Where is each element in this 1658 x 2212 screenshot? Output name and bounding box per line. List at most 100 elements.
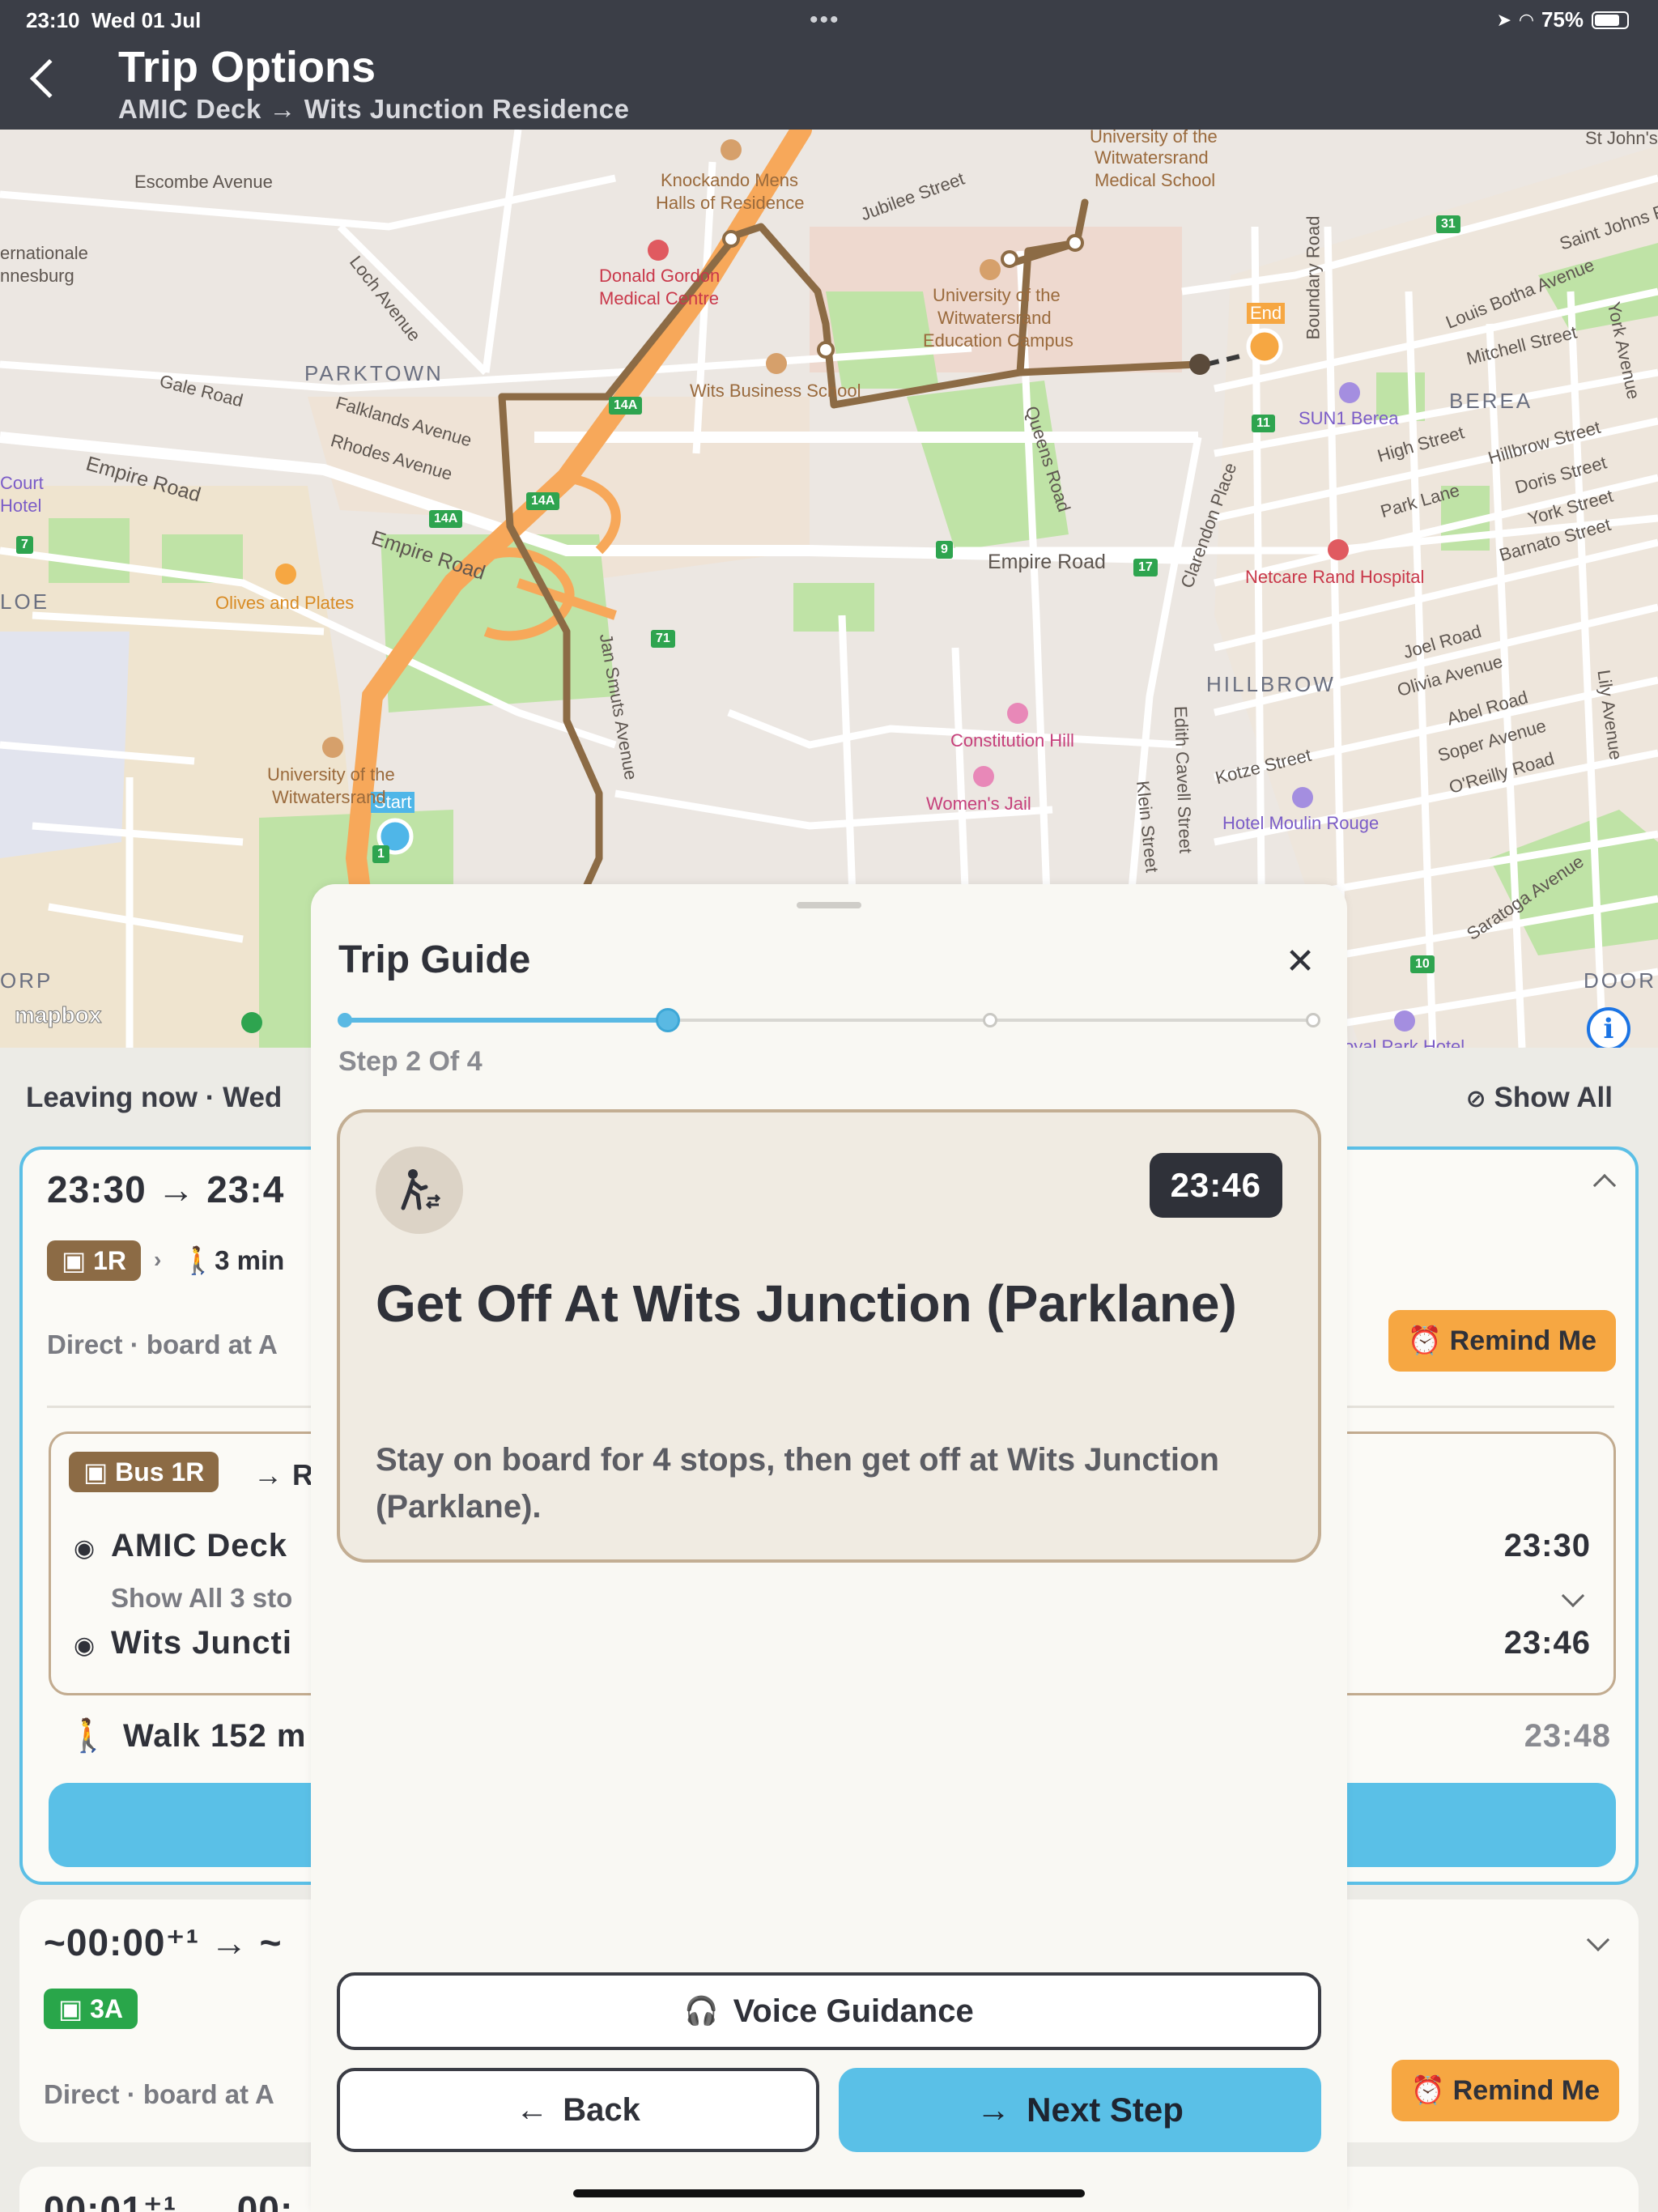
map-label: Netcare Rand Hospital xyxy=(1245,567,1425,587)
map-label: oyal Park Hotel xyxy=(1344,1036,1465,1048)
walk-time: 23:48 xyxy=(1524,1718,1611,1754)
map-label: University of the xyxy=(933,285,1061,305)
close-icon[interactable]: ✕ xyxy=(1279,941,1321,983)
remind-me-button[interactable]: ⏰ Remind Me xyxy=(1391,2060,1619,2121)
map-label: Knockando Mens xyxy=(661,170,798,190)
map-label: Women's Jail xyxy=(926,793,1031,814)
bus-icon: ▣ xyxy=(83,1457,108,1487)
road-shield: 17 xyxy=(1133,559,1158,576)
app-header: 23:10 Wed 01 Jul ••• ➤ ◠ 75% Trip Option… xyxy=(0,0,1658,130)
route-badge: ▣ 3A xyxy=(44,1989,138,2029)
road-shield: 7 xyxy=(16,536,33,554)
walk-icon: 🚶 xyxy=(68,1718,108,1754)
map-info-button[interactable]: i xyxy=(1587,1007,1630,1048)
back-step-button[interactable]: ← Back xyxy=(337,2068,819,2152)
walk-duration: 🚶3 min xyxy=(181,1245,285,1275)
stop-time: 23:46 xyxy=(1503,1625,1591,1661)
museum-icon[interactable] xyxy=(973,766,994,787)
trip-times: ~00:00⁺¹ → ~ xyxy=(44,1921,283,1963)
bus-direction: → R xyxy=(253,1458,314,1491)
stop-name: Wits Juncti xyxy=(111,1625,292,1661)
back-button[interactable] xyxy=(16,49,81,113)
get-off-icon xyxy=(376,1146,463,1234)
stop-dot-icon: ◉ xyxy=(74,1632,96,1659)
school-icon[interactable] xyxy=(766,353,787,374)
alarm-icon: ⏰ xyxy=(1407,1325,1443,1356)
map-label: Medical School xyxy=(1095,170,1216,190)
end-marker-label: End xyxy=(1247,303,1286,324)
road-shield: 14A xyxy=(526,492,560,510)
hotel-icon[interactable] xyxy=(1339,382,1360,403)
stop-time: 23:30 xyxy=(1503,1528,1591,1563)
sheet-grabber[interactable] xyxy=(797,902,861,908)
map-label: Wits Business School xyxy=(690,381,861,401)
arrow-left-icon: ← xyxy=(516,2091,549,2128)
map-district: HILLBROW xyxy=(1206,672,1336,696)
chevron-up-icon[interactable] xyxy=(1592,1173,1617,1197)
multitasking-dots-icon[interactable]: ••• xyxy=(810,6,840,34)
bus-badge: ▣ Bus 1R xyxy=(69,1452,219,1492)
chevron-down-icon[interactable] xyxy=(1561,1584,1585,1608)
step-description: Stay on board for 4 stops, then get off … xyxy=(376,1442,1219,1525)
restaurant-icon[interactable] xyxy=(275,564,296,585)
trip-times: 23:30 → 23:4 xyxy=(47,1168,285,1210)
map-district: DOORI xyxy=(1584,968,1658,993)
school-icon[interactable] xyxy=(980,259,1001,280)
trip-times: 00:01⁺¹ → 00: xyxy=(44,2189,294,2212)
map-label: Boundary Road xyxy=(1303,215,1324,340)
map-label: St John's xyxy=(1585,130,1658,148)
attraction-icon[interactable] xyxy=(1007,703,1028,724)
map-label: Education Campus xyxy=(923,330,1073,351)
road-shield: 9 xyxy=(936,541,953,559)
stop-dot-icon: ◉ xyxy=(74,1535,96,1562)
next-step-button[interactable]: → Next Step xyxy=(839,2068,1321,2152)
remind-me-button[interactable]: ⏰ Remind Me xyxy=(1388,1310,1616,1372)
wifi-icon: ◠ xyxy=(1520,9,1533,30)
map-label: University of the xyxy=(1090,130,1218,147)
page-title: Trip Options xyxy=(118,43,376,91)
arrow-right-icon: → xyxy=(976,2091,1011,2129)
park-icon[interactable] xyxy=(241,1012,262,1033)
map-label: Hotel xyxy=(0,496,42,516)
show-all-toggle[interactable]: ⊘ Show All xyxy=(1466,1082,1613,1114)
status-indicators: ➤ ◠ 75% xyxy=(1497,7,1629,32)
school-icon[interactable] xyxy=(721,139,742,160)
step-card: 23:46 Get Off At Wits Junction (Parklane… xyxy=(337,1109,1321,1563)
chevron-down-icon[interactable] xyxy=(1586,1928,1610,1952)
trip-direct-summary: Direct · board at A xyxy=(47,1329,278,1359)
step-counter: Step 2 Of 4 xyxy=(338,1046,483,1077)
headphones-icon: 🎧 xyxy=(684,1996,719,2027)
map-district: BEREA xyxy=(1449,389,1533,413)
chevron-left-icon xyxy=(29,58,70,99)
map-label: Olives and Plates xyxy=(215,593,355,613)
battery-percent: 75% xyxy=(1541,7,1584,32)
step-dot xyxy=(655,1008,680,1032)
school-icon[interactable] xyxy=(322,737,343,758)
step-dot xyxy=(1306,1013,1320,1027)
location-arrow-icon: ➤ xyxy=(1496,9,1512,30)
map-label: University of the xyxy=(267,764,395,785)
road-shield: 71 xyxy=(651,630,675,648)
map-label: Empire Road xyxy=(988,551,1106,573)
trip-direct-summary: Direct · board at A xyxy=(44,2079,274,2109)
road-shield: 1 xyxy=(372,845,389,863)
bus-icon: ▣ xyxy=(62,1246,87,1275)
show-all-stops[interactable]: Show All 3 sto xyxy=(111,1583,292,1614)
mapbox-logo: mapbox xyxy=(14,1002,102,1028)
home-indicator[interactable] xyxy=(573,2189,1085,2197)
walk-leg: Walk 152 m xyxy=(123,1718,307,1754)
leaving-time-label[interactable]: Leaving now · Wed xyxy=(26,1082,282,1114)
voice-guidance-button[interactable]: 🎧 Voice Guidance xyxy=(337,1972,1321,2050)
battery-icon xyxy=(1592,11,1629,29)
map-label: Medical Centre xyxy=(599,288,719,308)
hospital-icon[interactable] xyxy=(1328,539,1349,560)
map-label: Donald Gordon xyxy=(599,266,721,286)
map-label: Witwatersrand xyxy=(272,787,386,807)
hotel-icon[interactable] xyxy=(1292,787,1313,808)
map-district: PARKTOWN xyxy=(304,361,444,385)
map-label: Witwatersrand xyxy=(1095,147,1209,168)
step-dot xyxy=(983,1013,998,1027)
map-label: Halls of Residence xyxy=(656,193,805,213)
hospital-icon[interactable] xyxy=(648,240,669,261)
hotel-icon[interactable] xyxy=(1394,1010,1415,1032)
